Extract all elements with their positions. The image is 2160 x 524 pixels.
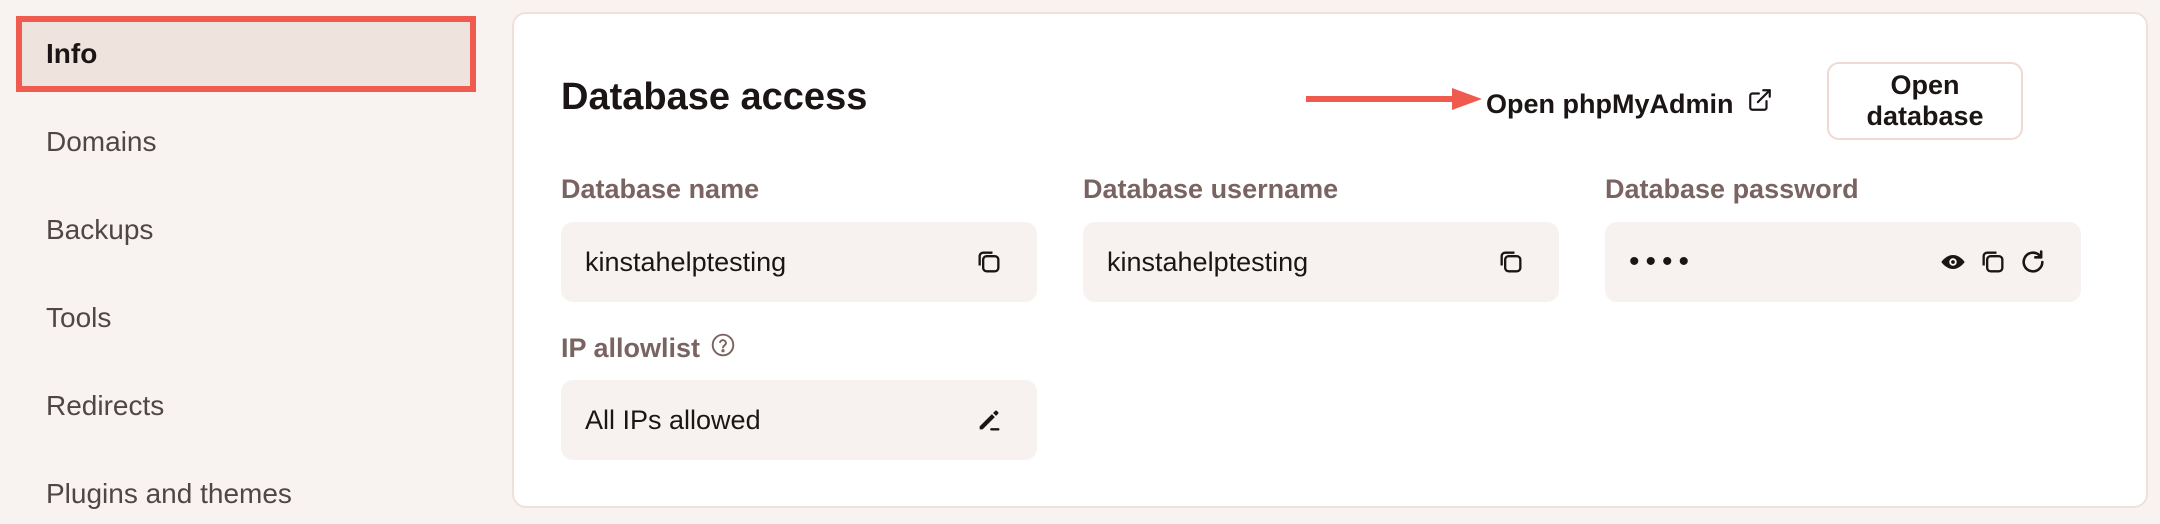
sidebar-item-tools[interactable]: Tools [46,288,111,348]
edit-icon[interactable] [975,406,1003,434]
db-name-field: kinstahelptesting [561,222,1037,302]
sidebar: Info Domains Backups Tools Redirects Plu… [0,0,500,524]
ip-allowlist-label: IP allowlist [561,332,736,365]
ip-allowlist-field: All IPs allowed [561,380,1037,460]
db-name-label: Database name [561,174,760,204]
sidebar-item-info[interactable]: Info [16,16,476,92]
external-link-icon [1747,84,1773,124]
db-username-label: Database username [1083,174,1339,204]
db-username-field: kinstahelptesting [1083,222,1559,302]
db-password-label: Database password [1605,174,1859,204]
eye-icon[interactable] [1939,248,1967,276]
db-username-value: kinstahelptesting [1107,247,1309,277]
sidebar-item-backups[interactable]: Backups [46,200,153,260]
copy-icon[interactable] [1497,248,1525,276]
ip-allowlist-label-text: IP allowlist [561,333,701,363]
open-phpmyadmin-label: Open phpMyAdmin [1486,89,1734,119]
sidebar-item-domains[interactable]: Domains [46,112,156,172]
sidebar-item-label: Info [46,38,98,69]
open-phpmyadmin-link[interactable]: Open phpMyAdmin [1486,84,1773,124]
sidebar-item-redirects[interactable]: Redirects [46,376,164,436]
annotation-arrow [1306,88,1482,110]
database-access-card: Database access Open phpMyAdmin Open dat… [512,12,2148,508]
refresh-icon[interactable] [2019,248,2047,276]
help-icon[interactable] [710,332,736,365]
card-title: Database access [561,76,868,118]
open-database-button[interactable]: Open database [1827,62,2023,140]
sidebar-item-plugins-and-themes[interactable]: Plugins and themes [46,464,292,524]
copy-icon[interactable] [975,248,1003,276]
db-name-value: kinstahelptesting [585,247,787,277]
db-password-value: •••• [1629,245,1696,278]
copy-icon[interactable] [1979,248,2007,276]
db-password-field: •••• [1605,222,2081,302]
ip-allowlist-value: All IPs allowed [585,405,761,435]
